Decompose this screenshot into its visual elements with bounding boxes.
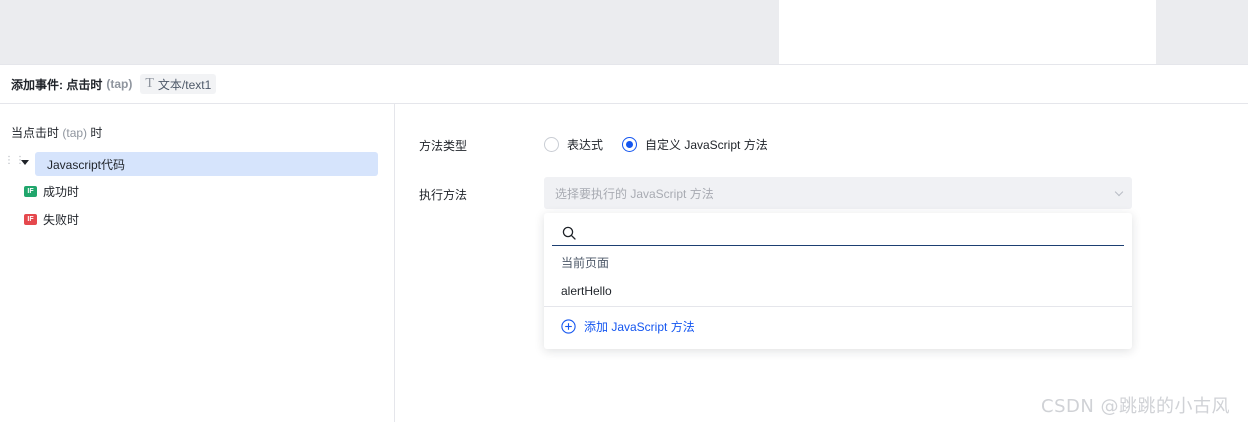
branch-fail[interactable]: IF 失败时: [24, 209, 79, 229]
exec-method-label: 执行方法: [419, 188, 468, 202]
add-js-method-label: 添加 JavaScript 方法: [584, 320, 695, 334]
radio-expression-label: 表达式: [567, 138, 604, 152]
header-title: 添加事件: 点击时: [11, 77, 103, 92]
radio-custom-js[interactable]: 自定义 JavaScript 方法: [622, 136, 768, 153]
canvas-page-preview: [779, 0, 1156, 64]
text-type-icon: T: [145, 76, 154, 91]
dropdown-group-label: 当前页面: [561, 256, 610, 270]
add-js-method-button[interactable]: 添加 JavaScript 方法: [561, 318, 695, 335]
plus-circle-icon: [561, 319, 576, 334]
drag-handle-icon[interactable]: ⋮⋮: [4, 156, 25, 172]
if-badge-icon: IF: [24, 185, 37, 197]
branch-success-label: 成功时: [43, 184, 80, 199]
trigger-prefix: 当点击时: [11, 126, 60, 140]
radio-expression[interactable]: 表达式: [544, 136, 603, 153]
target-component-label: 文本/text1: [157, 77, 212, 92]
radio-circle-checked[interactable]: [622, 137, 637, 152]
dropdown-search: [552, 221, 1124, 246]
method-type-label: 方法类型: [419, 139, 468, 153]
action-node-label: Javascript代码: [47, 157, 126, 172]
header-event-code: (tap): [106, 77, 133, 91]
trigger-title: 当点击时 (tap) 时: [11, 124, 102, 141]
event-header: 添加事件: 点击时 (tap) T 文本/text1: [0, 64, 1248, 104]
method-select-placeholder: 选择要执行的 JavaScript 方法: [555, 186, 714, 201]
dropdown-search-input[interactable]: [582, 223, 1102, 243]
chevron-down-icon: [1114, 187, 1124, 197]
search-icon: [562, 226, 576, 240]
event-flow-panel: 当点击时 (tap) 时 ⋮⋮ Javascript代码 IF 成功时 IF 失…: [0, 104, 395, 422]
radio-circle[interactable]: [544, 137, 559, 152]
dropdown-divider: [544, 306, 1132, 307]
branch-success[interactable]: IF 成功时: [24, 181, 79, 201]
branch-fail-label: 失败时: [43, 212, 80, 227]
trigger-code: (tap): [62, 126, 88, 140]
collapse-caret-icon[interactable]: [21, 160, 29, 165]
watermark-text: CSDN @跳跳的小古风: [1041, 396, 1231, 417]
dropdown-option-label: alertHello: [561, 284, 612, 298]
method-dropdown: 当前页面 alertHello 添加 JavaScript 方法: [544, 213, 1132, 349]
target-component-chip[interactable]: T 文本/text1: [140, 74, 217, 94]
action-node-javascript[interactable]: Javascript代码: [35, 152, 378, 176]
radio-custom-js-label: 自定义 JavaScript 方法: [645, 138, 768, 152]
method-select[interactable]: 选择要执行的 JavaScript 方法: [544, 177, 1132, 209]
trigger-suffix: 时: [90, 126, 103, 140]
dropdown-option[interactable]: alertHello: [544, 279, 1132, 303]
if-badge-icon: IF: [24, 213, 37, 225]
